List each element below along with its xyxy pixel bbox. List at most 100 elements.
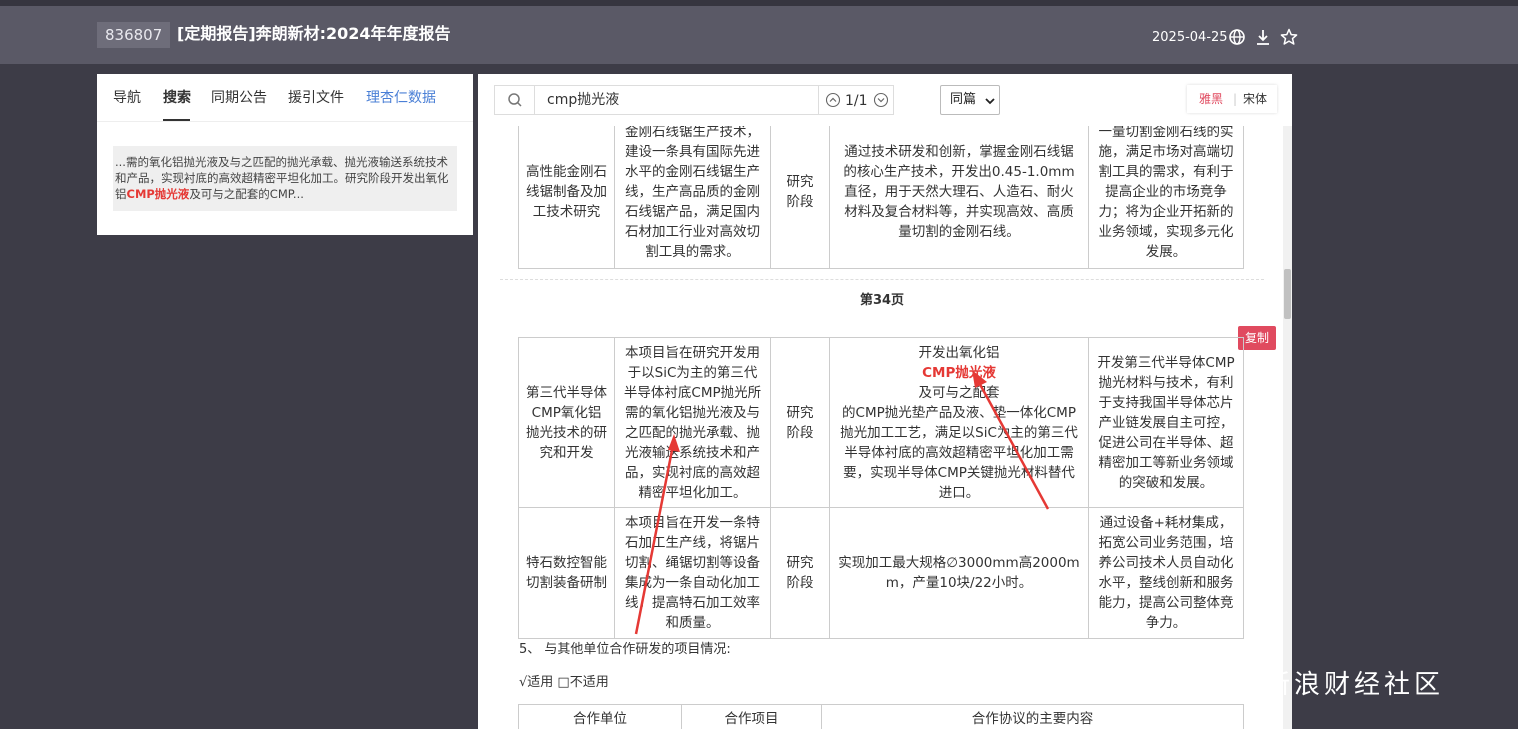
- cell-line: 抛光材料与技术，有利: [1098, 374, 1234, 391]
- cell-line: 提高企业的市场竞争: [1105, 183, 1227, 200]
- row2-stage: 研究阶段: [770, 507, 830, 639]
- star-icon[interactable]: [1280, 28, 1298, 46]
- cell-line: 于以SiC为主的第三代: [627, 364, 758, 381]
- cell-line: 切割、绳锯切割等设备: [625, 555, 760, 571]
- row2-goal: 实现加工最大规格∅3000mm高2000m m，产量10块/22小时。: [829, 507, 1089, 639]
- cell-line: 之匹配的抛光承载、抛: [625, 424, 760, 441]
- tab-navigation[interactable]: 导航: [113, 88, 141, 108]
- cell-line: 特石数控智能: [526, 555, 607, 571]
- cell-line: 半导体衬底CMP抛光所: [623, 384, 762, 401]
- cell-line: 半导体衬底的高效超精密平坦化加工需: [844, 444, 1074, 461]
- cell-line: 能力，提高公司整体竞: [1098, 595, 1234, 611]
- goal-highlight: CMP抛光液: [922, 364, 996, 381]
- font-switch: 雅黑 | 宋体: [1187, 85, 1277, 113]
- tab-lixinger-data[interactable]: 理杏仁数据: [366, 88, 436, 108]
- match-navigator: 1/1: [819, 85, 894, 115]
- cell-line: 的核心生产技术，开发出0.45-1.0mm: [843, 163, 1075, 180]
- top-bar: 836807 [定期报告]奔朗新材:2024年年度报告 2025-04-25: [0, 0, 1518, 64]
- row0-purpose: 金刚石线锯生产技术， 建设一条具有国际先进 水平的金刚石线锯生产 线，生产高品质的金刚…: [614, 114, 771, 269]
- scope-select[interactable]: 同篇: [940, 85, 1000, 115]
- cell-line: 开发第三代半导体CMP: [1097, 354, 1235, 371]
- cell-line: 光液输送系统技术和产: [625, 444, 760, 461]
- search-result-item[interactable]: ...需的氧化铝抛光液及与之匹配的抛光承载、抛光液输送系统技术和产品，实现衬底的…: [113, 146, 457, 211]
- search-button[interactable]: [494, 85, 534, 115]
- font-option-songti[interactable]: 宋体: [1243, 85, 1267, 113]
- cell-line: 实现加工最大规格∅3000mm高2000m: [838, 555, 1080, 571]
- cell-line: 业务领域，实现多元化: [1098, 223, 1234, 240]
- cell-line: 直径，用于天然大理石、人造石、耐火: [844, 183, 1074, 200]
- stock-code: 836807: [97, 22, 171, 48]
- row1-goal-first-line: 开发出氧化铝 CMP抛光液 及可与之配套: [840, 343, 1078, 403]
- cell-line: 抛光技术的研: [526, 424, 607, 441]
- cell-line: 精密平坦化加工。: [638, 484, 747, 501]
- cell-line: 水平，整线创新和服务: [1098, 575, 1234, 591]
- cell-line: 抛光加工工艺，满足以SiC为主的第三代: [840, 424, 1078, 441]
- cell-line: 石加工生产线，将锯片: [625, 535, 760, 551]
- cell-line: 的CMP抛光垫产品及液、垫一体化CMP: [842, 404, 1076, 421]
- result-text-after: 及可与之配套的CMP...: [189, 187, 304, 201]
- sina-watermark: sina 新浪财经社区: [1160, 644, 1470, 711]
- scroll-thumb[interactable]: [1284, 269, 1291, 319]
- tab-same-period[interactable]: 同期公告: [211, 88, 267, 108]
- cell-line: 于支持我国半导体芯片: [1098, 394, 1234, 411]
- cell-line: 第三代半导体: [526, 384, 607, 401]
- active-tab-indicator: [163, 119, 190, 121]
- cell-line: 线，提高特石加工效率: [625, 595, 760, 611]
- row0-goal: 通过技术研发和创新，掌握金刚石线锯 的核心生产技术，开发出0.45-1.0mm 直径…: [829, 114, 1089, 269]
- search-icon: [508, 93, 522, 107]
- cell-line: 品，实现衬底的高效超: [625, 464, 760, 481]
- cell-line: 量切割的金刚石线。: [898, 223, 1020, 240]
- cell-line: 和质量。: [665, 615, 720, 631]
- panel-tabs: 导航 搜索 同期公告 援引文件 理杏仁数据: [97, 74, 473, 122]
- globe-icon[interactable]: [1228, 28, 1246, 46]
- cell-line: 究和开发: [539, 444, 594, 461]
- chevron-up-icon[interactable]: [825, 92, 841, 108]
- cell-line: 施，满足市场对高端切: [1098, 143, 1234, 160]
- search-input[interactable]: cmp抛光液: [534, 85, 819, 115]
- row2-purpose: 本项目旨在开发一条特 石加工生产线，将锯片 切割、绳锯切割等设备 集成为一条自动化加工…: [614, 507, 771, 639]
- cell-line: 材料及复合材料等，并实现高效、高质: [844, 203, 1074, 220]
- row2-name: 特石数控智能 切割装备研制: [518, 507, 615, 639]
- cell-line: 发展。: [1145, 243, 1187, 260]
- applicable-checkbox-line: √适用 □不适用: [519, 675, 609, 690]
- row1-impact: 开发第三代半导体CMP 抛光材料与技术，有利 于支持我国半导体芯片 产业链发展自主可控…: [1088, 337, 1244, 508]
- search-toolbar: cmp抛光液 1/1 同篇 雅黑 | 宋体: [478, 74, 1292, 126]
- cell-line: 精密加工等新业务领域: [1098, 454, 1234, 471]
- left-panel: 导航 搜索 同期公告 援引文件 理杏仁数据 ...需的氧化铝抛光液及与之匹配的抛…: [97, 74, 473, 235]
- cell-line: m，产量10块/22小时。: [885, 575, 1033, 591]
- document-title: [定期报告]奔朗新材:2024年年度报告: [177, 24, 451, 43]
- cell-line: 拓宽公司业务范围，培: [1098, 535, 1234, 551]
- tab-cited-files[interactable]: 援引文件: [288, 88, 344, 108]
- match-count: 1/1: [845, 93, 868, 109]
- select-arrow-icon: [985, 98, 995, 105]
- font-option-yahei[interactable]: 雅黑: [1199, 85, 1223, 113]
- cell-line: 产业链发展自主可控，: [1098, 414, 1234, 431]
- cell-line: 促进公司在半导体、超: [1098, 434, 1234, 451]
- cell-line: 割工具的需求。: [645, 243, 740, 260]
- coop-header-project: 合作项目: [681, 704, 822, 729]
- row1-name: 第三代半导体 CMP氧化铝 抛光技术的研 究和开发: [518, 337, 615, 508]
- cell-line: 需的氧化铝抛光液及与: [625, 404, 760, 421]
- cell-line: 争力。: [1145, 615, 1187, 631]
- download-icon[interactable]: [1254, 28, 1272, 46]
- document-scrollbar[interactable]: [1283, 126, 1292, 729]
- section-5-heading: 5、 与其他单位合作研发的项目情况:: [519, 642, 731, 657]
- row0-impact: 一量切割金刚石线的实 施，满足市场对高端切 割工具的需求，有利于 提高企业的市场竞争力…: [1088, 114, 1244, 269]
- cell-line: 石材加工行业对高效切: [625, 223, 760, 240]
- cell-line: 建设一条具有国际先进: [625, 143, 760, 160]
- cell-line: 集成为一条自动化加工: [625, 575, 760, 591]
- cell-line: 线，生产高品质的金刚: [625, 183, 760, 200]
- page-separator: [500, 279, 1264, 280]
- cell-line: 通过设备+耗材集成，: [1099, 515, 1233, 531]
- watermark-text: 新浪财经社区: [1264, 670, 1445, 700]
- font-divider: |: [1233, 92, 1238, 106]
- cell-line: CMP氧化铝: [531, 404, 602, 421]
- tab-search[interactable]: 搜索: [163, 88, 191, 108]
- row1-goal: 开发出氧化铝 CMP抛光液 及可与之配套 的CMP抛光垫产品及液、垫一体化CMP 抛光…: [829, 337, 1089, 508]
- cell-line: 力；将为企业开拓新的: [1098, 203, 1234, 220]
- page-number-label: 第34页: [859, 293, 905, 308]
- cell-line: 水平的金刚石线锯生产: [625, 163, 760, 180]
- chevron-down-icon[interactable]: [873, 92, 889, 108]
- cell-line: 切割装备研制: [526, 575, 607, 591]
- cell-line: 割工具的需求，有利于: [1098, 163, 1234, 180]
